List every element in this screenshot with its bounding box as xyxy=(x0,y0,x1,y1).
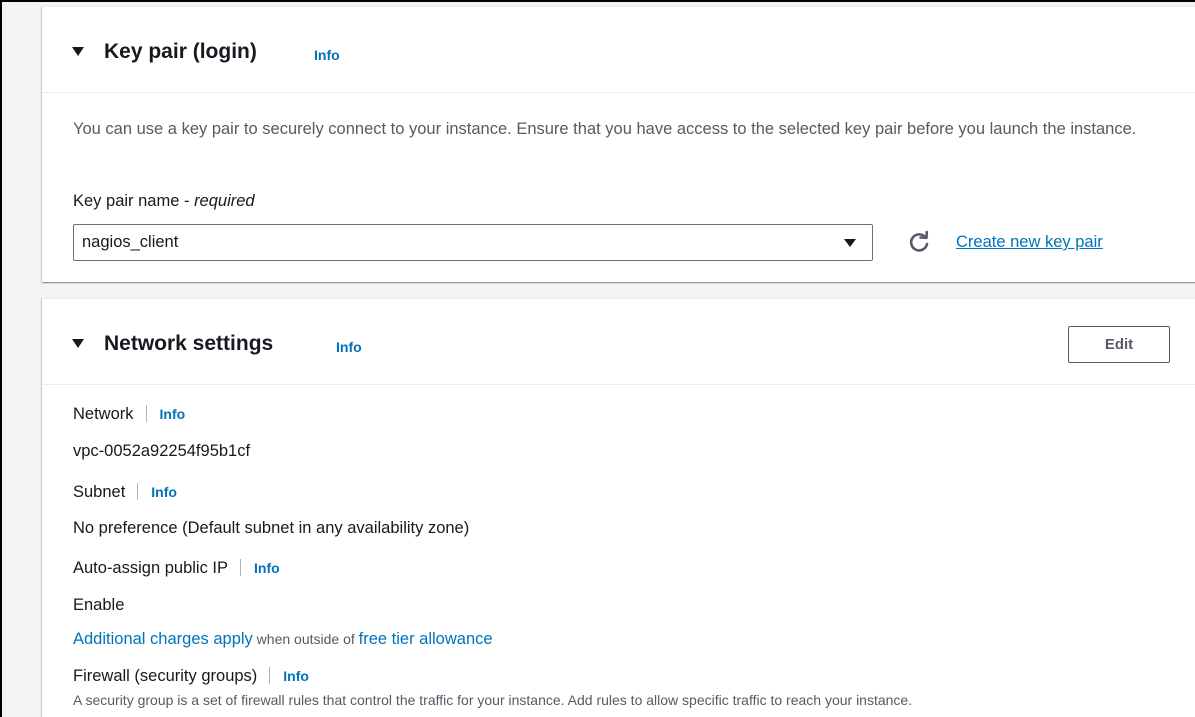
free-tier-link[interactable]: free tier allowance xyxy=(359,630,493,648)
network-settings-info-link[interactable]: Info xyxy=(336,339,362,355)
charges-middle-text: when outside of xyxy=(252,631,359,647)
firewall-label: Firewall (security groups) xyxy=(73,667,258,685)
key-pair-header[interactable]: Key pair (login) Info xyxy=(42,7,1195,93)
divider xyxy=(137,483,139,500)
network-settings-panel: Network settings Info Edit Network Info v… xyxy=(42,298,1195,717)
key-pair-name-label: Key pair name - required xyxy=(73,192,255,211)
public-ip-label: Auto-assign public IP xyxy=(73,559,229,577)
caret-down-icon[interactable] xyxy=(72,47,84,56)
firewall-description: A security group is a set of firewall ru… xyxy=(73,692,913,708)
key-pair-panel: Key pair (login) Info You can use a key … xyxy=(42,6,1195,282)
key-pair-title: Key pair (login) xyxy=(104,40,257,63)
public-ip-row: Auto-assign public IP Info xyxy=(73,559,280,578)
caret-down-icon xyxy=(844,239,856,247)
charges-note: Additional charges apply when outside of… xyxy=(73,630,493,649)
subnet-value: No preference (Default subnet in any ava… xyxy=(73,519,470,537)
network-settings-header[interactable]: Network settings Info Edit xyxy=(42,299,1195,385)
network-row: Network Info xyxy=(73,405,185,424)
divider xyxy=(269,667,271,684)
key-pair-selected-value: nagios_client xyxy=(82,233,179,251)
subnet-row: Subnet Info xyxy=(73,483,177,502)
create-new-key-pair-link[interactable]: Create new key pair xyxy=(956,233,1103,252)
key-pair-select[interactable]: nagios_client xyxy=(73,224,873,261)
additional-charges-link[interactable]: Additional charges apply xyxy=(73,630,253,648)
key-pair-info-link[interactable]: Info xyxy=(314,47,340,63)
network-value: vpc-0052a92254f95b1cf xyxy=(73,442,251,460)
required-marker: required xyxy=(194,192,255,210)
subnet-info-link[interactable]: Info xyxy=(151,484,177,500)
public-ip-value: Enable xyxy=(73,596,125,614)
subnet-label: Subnet xyxy=(73,483,126,501)
divider xyxy=(145,405,147,422)
firewall-row: Firewall (security groups) Info xyxy=(73,667,309,686)
network-settings-title: Network settings xyxy=(104,332,274,355)
firewall-info-link[interactable]: Info xyxy=(283,668,309,684)
screenshot-frame: Key pair (login) Info You can use a key … xyxy=(0,0,1195,717)
edit-button[interactable]: Edit xyxy=(1068,326,1170,363)
network-label: Network xyxy=(73,405,134,423)
key-pair-name-label-text: Key pair name - xyxy=(73,192,195,210)
refresh-icon[interactable] xyxy=(908,231,930,253)
public-ip-info-link[interactable]: Info xyxy=(254,560,280,576)
key-pair-description: You can use a key pair to securely conne… xyxy=(73,120,1137,138)
network-info-link[interactable]: Info xyxy=(160,406,186,422)
caret-down-icon[interactable] xyxy=(72,339,84,348)
divider xyxy=(240,559,242,576)
